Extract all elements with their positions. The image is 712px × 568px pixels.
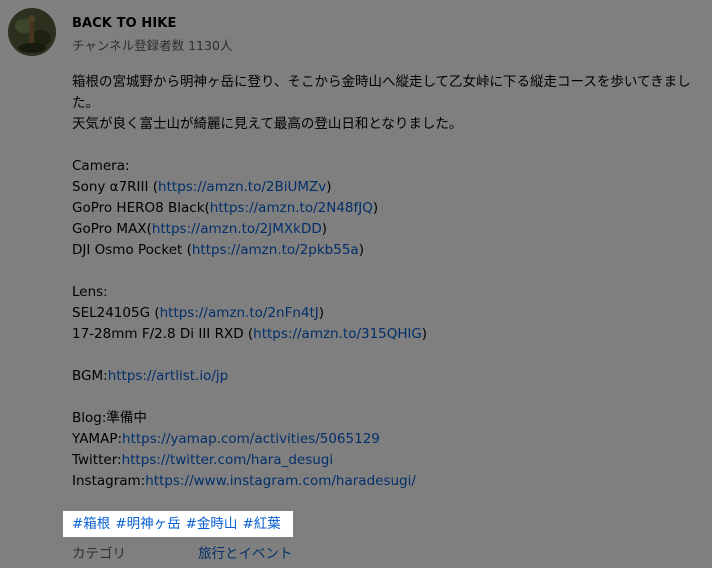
description-intro-1: 箱根の宮城野から明神ヶ岳に登り、そこから金時山へ縦走して乙女峠に下る縦走コースを… bbox=[72, 74, 691, 111]
camera-heading: Camera: bbox=[72, 158, 130, 174]
bgm-link[interactable]: https://artlist.io/jp bbox=[108, 368, 229, 384]
camera-link[interactable]: https://amzn.to/2JMXkDD bbox=[152, 221, 322, 237]
paren-close: ) bbox=[358, 242, 364, 258]
video-description-panel: BACK TO HIKE チャンネル登録者数 1130人 箱根の宮城野から明神ヶ… bbox=[0, 0, 712, 568]
blog-item: Blog:準備中 bbox=[72, 410, 147, 426]
description-intro-2: 天気が良く富士山が綺麗に見えて最高の登山日和となりました。 bbox=[72, 116, 463, 132]
camera-item: GoPro HERO8 Black(https://amzn.to/2N48fJ… bbox=[72, 198, 692, 219]
subscriber-count: チャンネル登録者数 1130人 bbox=[72, 38, 233, 53]
lens-item: SEL24105G (https://amzn.to/2nFn4tJ) bbox=[72, 303, 692, 324]
lens-link[interactable]: https://amzn.to/2nFn4tJ bbox=[160, 305, 319, 321]
paren-close: ) bbox=[421, 326, 428, 342]
lens-name: SEL24105G ( bbox=[72, 305, 160, 321]
hashtag-highlight-box: #箱根 #明神ヶ岳 #金時山 #紅葉 bbox=[63, 511, 293, 537]
twitter-item: Twitter:https://twitter.com/hara_desugi bbox=[72, 450, 692, 471]
yamap-link[interactable]: https://yamap.com/activities/5065129 bbox=[122, 431, 380, 447]
paren-close: ) bbox=[321, 221, 328, 237]
twitter-label: Twitter: bbox=[72, 452, 122, 468]
hashtag-link[interactable]: #明神ヶ岳 bbox=[115, 516, 180, 532]
lens-item: 17-28mm F/2.8 Di III RXD (https://amzn.t… bbox=[72, 324, 692, 345]
category-link[interactable]: 旅行とイベント bbox=[198, 542, 293, 562]
camera-link[interactable]: https://amzn.to/2N48fJQ bbox=[210, 200, 373, 216]
paren-close: ) bbox=[318, 305, 325, 321]
category-label: カテゴリ bbox=[72, 546, 126, 562]
camera-name: DJI Osmo Pocket ( bbox=[72, 242, 192, 258]
yamap-item: YAMAP:https://yamap.com/activities/50651… bbox=[72, 429, 692, 450]
hashtag-link[interactable]: #金時山 bbox=[186, 516, 238, 532]
instagram-link[interactable]: https://www.instagram.com/haradesugi/ bbox=[145, 473, 416, 489]
lens-name: 17-28mm F/2.8 Di III RXD ( bbox=[72, 326, 254, 342]
instagram-label: Instagram: bbox=[72, 473, 146, 489]
lens-link[interactable]: https://amzn.to/315QHlG bbox=[253, 326, 422, 342]
camera-item: DJI Osmo Pocket (https://amzn.to/2pkb55a… bbox=[72, 240, 692, 261]
camera-link[interactable]: https://amzn.to/2BiUMZv bbox=[158, 179, 326, 195]
camera-name: Sony α7RIII ( bbox=[72, 179, 159, 195]
avatar-image bbox=[8, 8, 56, 56]
hashtag-link[interactable]: #箱根 bbox=[72, 516, 110, 532]
camera-link[interactable]: https://amzn.to/2pkb55a bbox=[192, 242, 359, 258]
paren-close: ) bbox=[326, 179, 332, 195]
bgm-item: BGM:https://artlist.io/jp bbox=[72, 366, 692, 387]
channel-name[interactable]: BACK TO HIKE bbox=[72, 16, 176, 31]
camera-item: Sony α7RIII (https://amzn.to/2BiUMZv) bbox=[72, 177, 692, 198]
camera-item: GoPro MAX(https://amzn.to/2JMXkDD) bbox=[72, 219, 692, 240]
bgm-label: BGM: bbox=[72, 368, 108, 384]
channel-avatar[interactable] bbox=[8, 8, 56, 56]
camera-name: GoPro HERO8 Black( bbox=[72, 200, 210, 216]
lens-heading: Lens: bbox=[72, 284, 108, 300]
hashtag-link[interactable]: #紅葉 bbox=[242, 516, 280, 532]
description-body: 箱根の宮城野から明神ヶ岳に登り、そこから金時山へ縦走して乙女峠に下る縦走コースを… bbox=[72, 72, 692, 492]
twitter-link[interactable]: https://twitter.com/hara_desugi bbox=[122, 452, 334, 468]
paren-close: ) bbox=[372, 200, 379, 216]
camera-name: GoPro MAX( bbox=[72, 221, 152, 237]
instagram-item: Instagram:https://www.instagram.com/hara… bbox=[72, 471, 692, 492]
yamap-label: YAMAP: bbox=[72, 431, 123, 447]
